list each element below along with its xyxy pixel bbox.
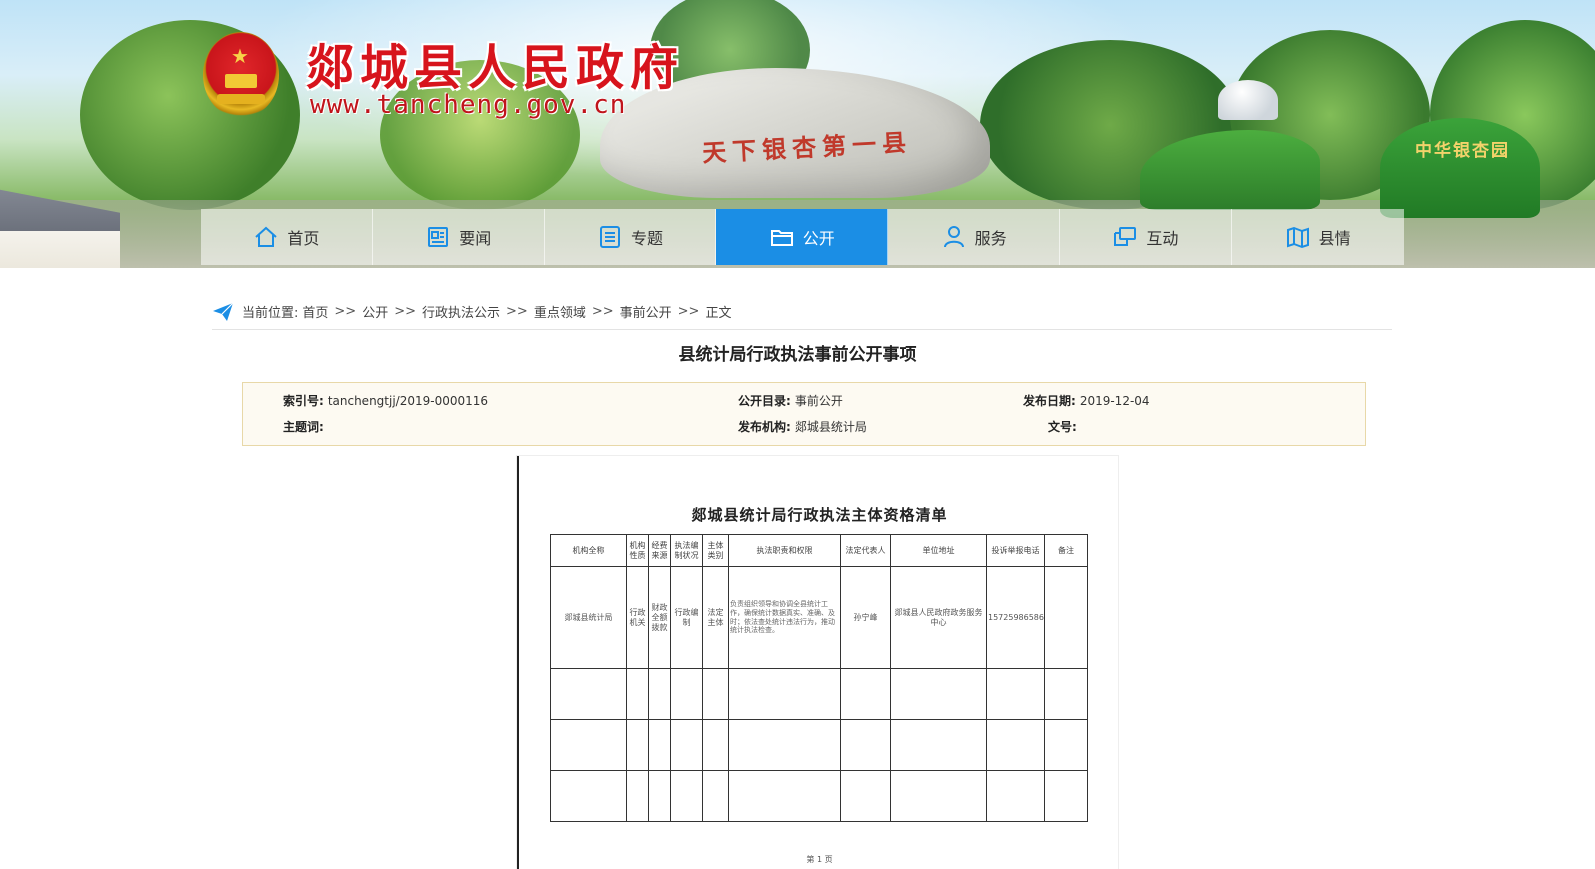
nav-item-disclosure[interactable]: 公开 xyxy=(716,209,889,265)
meta-label: 发布日期: xyxy=(1023,394,1076,408)
table-cell: 孙宁峰 xyxy=(840,566,891,669)
meta-value: 2019-12-04 xyxy=(1079,394,1150,408)
meta-value: 郯城县统计局 xyxy=(794,420,867,434)
breadcrumb-current: 正文 xyxy=(705,306,732,321)
breadcrumb-enforcement[interactable]: 行政执法公示 xyxy=(422,302,500,321)
nav-label: 互动 xyxy=(1146,229,1179,248)
emblem-base xyxy=(217,94,265,104)
newspaper-icon xyxy=(428,227,449,247)
breadcrumb-separator: >> xyxy=(677,304,700,319)
document-page-number: 第 1 页 xyxy=(806,855,833,864)
map-icon xyxy=(1286,226,1309,249)
table-cell: 法定主体 xyxy=(702,566,729,669)
table-row: 郯城县统计局 行政机关 财政全额拨款 行政编制 法定主体 负责组织领导和协调全县… xyxy=(550,566,1088,669)
nav-item-home[interactable]: 首页 xyxy=(201,209,373,265)
table-cell: 行政机关 xyxy=(626,566,649,669)
meta-publisher: 发布机构: 郯城县统计局 xyxy=(738,418,867,435)
meta-label: 文号: xyxy=(1048,420,1077,434)
breadcrumb-disclosure[interactable]: 公开 xyxy=(362,302,388,321)
nav-label: 县情 xyxy=(1318,229,1351,248)
table-header-cell: 经费来源 xyxy=(648,534,671,567)
banner-building xyxy=(0,189,120,268)
article-meta: 索引号: tanchengtjj/2019-0000116 公开目录: 事前公开 发… xyxy=(242,382,1366,446)
user-icon xyxy=(943,226,964,248)
table-header-cell: 主体类别 xyxy=(702,534,729,567)
table-cell: 负责组织领导和协调全县统计工作，确保统计数据真实、准确、及时；依法查处统计违法行… xyxy=(728,566,841,669)
chat-icon xyxy=(1114,227,1137,246)
national-emblem-logo[interactable]: ★ xyxy=(203,32,279,118)
nav-item-services[interactable]: 服务 xyxy=(888,209,1060,265)
star-icon: ★ xyxy=(231,44,249,68)
nav-label: 要闻 xyxy=(459,229,492,248)
table-header-cell: 执法编制状况 xyxy=(670,534,703,567)
meta-label: 公开目录: xyxy=(738,394,791,408)
table-cell: 郯城县统计局 xyxy=(550,566,627,669)
nav-label: 首页 xyxy=(287,229,320,248)
table-cell xyxy=(1044,566,1088,669)
breadcrumb-home[interactable]: 首页 xyxy=(302,302,328,321)
table-header-cell: 机构全称 xyxy=(550,534,627,567)
gate-icon xyxy=(225,74,257,88)
nav-item-county-info[interactable]: 县情 xyxy=(1232,209,1404,265)
breadcrumb-separator: >> xyxy=(591,304,614,319)
article-title: 县统计局行政执法事前公开事项 xyxy=(678,345,917,365)
meta-label: 索引号: xyxy=(283,394,324,408)
breadcrumb-key-areas[interactable]: 重点领域 xyxy=(534,302,586,321)
table-row xyxy=(550,770,1088,822)
table-cell: 15725986586 xyxy=(986,566,1045,669)
park-sign: 中华银杏园 xyxy=(1415,141,1510,161)
breadcrumb-pre-disclosure[interactable]: 事前公开 xyxy=(620,302,672,321)
site-url[interactable]: www.tancheng.gov.cn xyxy=(310,90,626,120)
meta-index: 索引号: tanchengtjj/2019-0000116 xyxy=(283,392,488,409)
meta-label: 发布机构: xyxy=(738,420,791,434)
breadcrumb-separator: >> xyxy=(334,304,357,319)
meta-keywords: 主题词: xyxy=(283,418,328,435)
table-header-cell: 执法职责和权限 xyxy=(728,534,841,567)
meta-date: 发布日期: 2019-12-04 xyxy=(1023,392,1150,409)
table-header-cell: 备注 xyxy=(1044,534,1088,567)
folder-icon xyxy=(770,230,793,246)
table-cell: 行政编制 xyxy=(670,566,703,669)
meta-value: tanchengtjj/2019-0000116 xyxy=(327,394,489,408)
paper-plane-icon xyxy=(213,302,234,321)
main-nav: 首页 要闻 专题 公开 服务 互动 县情 xyxy=(201,209,1404,265)
home-icon xyxy=(255,226,278,247)
table-row xyxy=(550,719,1088,771)
table-header-cell: 法定代表人 xyxy=(840,534,891,567)
banner-green-arch xyxy=(1380,118,1540,218)
nav-item-news[interactable]: 要闻 xyxy=(373,209,545,265)
breadcrumb-separator: >> xyxy=(506,304,528,319)
table-cell: 财政全额拨款 xyxy=(648,566,671,669)
banner-dome xyxy=(1218,80,1278,120)
table-header-cell: 机构性质 xyxy=(626,534,649,567)
nav-item-interaction[interactable]: 互动 xyxy=(1060,209,1232,265)
meta-docno: 文号: xyxy=(1048,418,1081,435)
table-row xyxy=(550,668,1088,720)
scanned-document: 郯城县统计局行政执法主体资格清单 机构全称 机构性质 经费来源 执法编制状况 主… xyxy=(517,456,1118,869)
meta-value: 事前公开 xyxy=(794,394,843,408)
meta-label: 主题词: xyxy=(283,420,324,434)
table-header-cell: 单位地址 xyxy=(890,534,987,567)
document-table: 机构全称 机构性质 经费来源 执法编制状况 主体类别 执法职责和权限 法定代表人… xyxy=(550,534,1088,822)
list-doc-icon xyxy=(599,226,620,248)
site-title[interactable]: 郯城县人民政府 xyxy=(306,28,684,98)
meta-catalog: 公开目录: 事前公开 xyxy=(738,392,843,409)
table-cell: 郯城县人民政府政务服务中心 xyxy=(890,566,987,669)
document-title: 郯城县统计局行政执法主体资格清单 xyxy=(691,506,948,524)
nav-label: 专题 xyxy=(630,229,663,248)
table-header-cell: 投诉举报电话 xyxy=(986,534,1045,567)
breadcrumb-prefix: 当前位置: xyxy=(242,306,299,321)
table-header-row: 机构全称 机构性质 经费来源 执法编制状况 主体类别 执法职责和权限 法定代表人… xyxy=(550,534,1088,567)
breadcrumb-separator: >> xyxy=(394,304,417,319)
nav-item-topics[interactable]: 专题 xyxy=(545,209,717,265)
breadcrumb: 当前位置: 首页 >> 公开 >> 行政执法公示 >> 重点领域 >> 事前公开… xyxy=(212,294,1392,330)
nav-label: 服务 xyxy=(974,229,1007,248)
nav-label: 公开 xyxy=(802,229,835,248)
